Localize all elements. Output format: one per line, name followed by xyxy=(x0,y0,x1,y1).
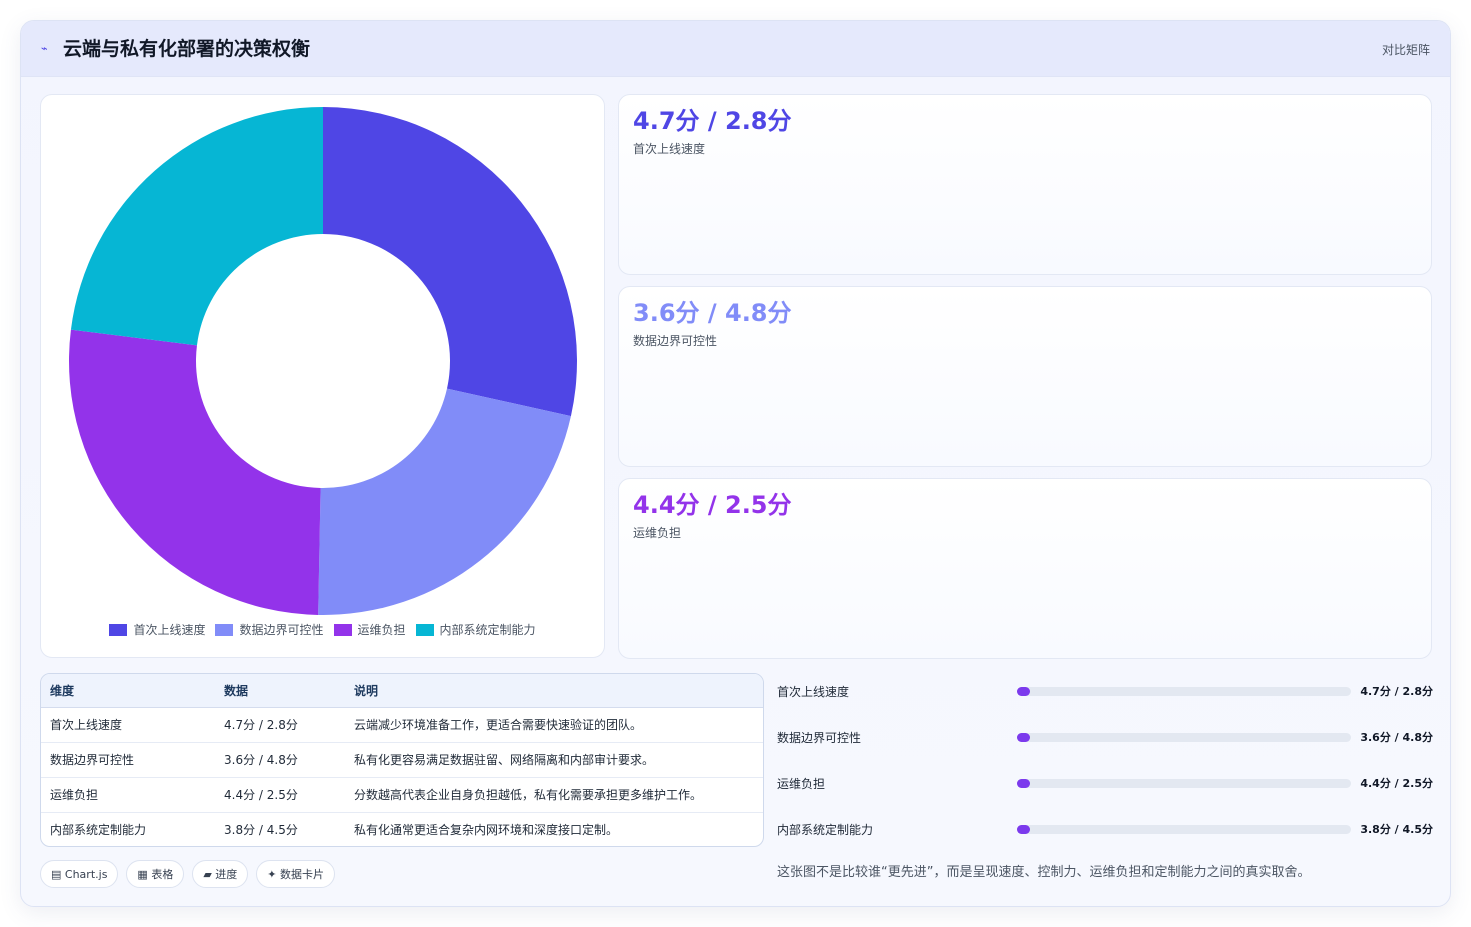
progress-value: 3.6分 / 4.8分 xyxy=(1360,731,1433,744)
chip-label: 数据卡片 xyxy=(280,868,325,881)
dashboard-card: ⌁ 云端与私有化部署的决策权衡 对比矩阵 首次上线速度 数据边界可控性 运维负担 内部… xyxy=(20,20,1451,907)
table-cell: 云端减少环境准备工作，更适合需要快速验证的团队。 xyxy=(345,707,763,743)
progress-value: 4.4分 / 2.5分 xyxy=(1360,777,1433,790)
table-cell: 4.4分 / 2.5分 xyxy=(215,777,345,813)
progress-fill xyxy=(1017,687,1030,696)
page-title: 云端与私有化部署的决策权衡 xyxy=(63,38,311,60)
chip-label: 进度 xyxy=(215,868,238,881)
table-header: 数据 xyxy=(215,674,345,708)
donut-slice-2[interactable] xyxy=(318,388,571,615)
progress-row: 运维负担 4.4分 / 2.5分 xyxy=(777,767,1433,813)
chip-label: 表格 xyxy=(151,868,174,881)
chip-label: Chart.js xyxy=(64,867,108,881)
progress-track xyxy=(1017,733,1351,742)
table-row: 数据边界可控性 3.6分 / 4.8分 私有化更容易满足数据驻留、网络隔离和内部… xyxy=(41,742,763,778)
legend-swatch xyxy=(415,623,434,636)
stat-card-speed: 4.7分 / 2.8分 首次上线速度 xyxy=(618,94,1432,275)
tag-chips: ▤ Chart.js ▦ 表格 ▰ 进度 ✦ 数据卡片 xyxy=(40,860,336,888)
legend-swatch xyxy=(215,623,234,636)
progress-fill xyxy=(1017,733,1030,742)
table-cell: 运维负担 xyxy=(41,777,215,813)
chip-progress[interactable]: ▰ 进度 xyxy=(192,860,249,888)
progress-label: 数据边界可控性 xyxy=(777,731,862,745)
legend-label: 运维负担 xyxy=(357,623,406,637)
table-header-row: 维度 数据 说明 xyxy=(41,674,763,708)
progress-value: 4.7分 / 2.8分 xyxy=(1360,685,1433,698)
table-cell: 私有化更容易满足数据驻留、网络隔离和内部审计要求。 xyxy=(345,742,763,778)
legend-label: 内部系统定制能力 xyxy=(439,623,536,637)
progress-row: 首次上线速度 4.7分 / 2.8分 xyxy=(777,675,1433,721)
progress-label: 运维负担 xyxy=(777,777,826,791)
legend-item[interactable]: 运维负担 xyxy=(333,621,406,638)
table-row: 首次上线速度 4.7分 / 2.8分 云端减少环境准备工作，更适合需要快速验证的… xyxy=(41,707,763,743)
progress-value: 3.8分 / 4.5分 xyxy=(1360,823,1433,836)
legend-item[interactable]: 数据边界可控性 xyxy=(215,621,324,638)
table-cell: 内部系统定制能力 xyxy=(50,823,147,838)
stat-label: 运维负担 xyxy=(633,526,682,540)
legend-item[interactable]: 内部系统定制能力 xyxy=(415,621,536,638)
progress-label: 首次上线速度 xyxy=(777,685,850,699)
stat-card-ops: 4.4分 / 2.5分 运维负担 xyxy=(618,478,1432,659)
progress-fill xyxy=(1017,779,1030,788)
chart-legend: 首次上线速度 数据边界可控性 运维负担 内部系统定制能力 xyxy=(41,621,604,638)
comparison-table: 维度 数据 说明 首次上线速度 4.7分 / 2.8分 云端减少环境准备工作，更… xyxy=(40,673,764,847)
header-tag: 对比矩阵 xyxy=(1381,43,1430,57)
table-cell: 数据边界可控性 xyxy=(41,742,215,778)
stat-value: 4.7分 / 2.8分 xyxy=(633,107,792,135)
legend-label: 首次上线速度 xyxy=(133,623,206,637)
progress-fill xyxy=(1017,825,1030,834)
donut-chart xyxy=(69,107,577,615)
table-cell: 首次上线速度 xyxy=(41,707,215,743)
donut-chart-panel: 首次上线速度 数据边界可控性 运维负担 内部系统定制能力 xyxy=(40,94,605,658)
table-icon: ▦ xyxy=(137,867,148,881)
chip-table[interactable]: ▦ 表格 xyxy=(126,860,185,888)
table-cell: 分数越高代表企业自身负担越低，私有化需要承担更多维护工作。 xyxy=(345,777,763,813)
table-cell: 私有化通常更适合复杂内网环境和深度接口定制。 xyxy=(354,823,619,838)
progress-track xyxy=(1017,779,1351,788)
progress-track xyxy=(1017,687,1351,696)
table-header: 说明 xyxy=(345,674,763,708)
legend-label: 数据边界可控性 xyxy=(239,623,324,637)
table-header: 维度 xyxy=(41,674,215,708)
footnote: 这张图不是比较谁“更先进”，而是呈现速度、控制力、运维负担和定制能力之间的真实取… xyxy=(777,865,1311,880)
table-cell: 3.6分 / 4.8分 xyxy=(215,742,345,778)
legend-item[interactable]: 首次上线速度 xyxy=(109,621,205,638)
stat-card-data-boundary: 3.6分 / 4.8分 数据边界可控性 xyxy=(618,286,1432,467)
stat-value: 4.4分 / 2.5分 xyxy=(633,491,792,519)
card-header: ⌁ 云端与私有化部署的决策权衡 对比矩阵 xyxy=(21,21,1450,77)
donut-slice-4[interactable] xyxy=(70,107,323,346)
table-row: 运维负担 4.4分 / 2.5分 分数越高代表企业自身负担越低，私有化需要承担更… xyxy=(41,777,763,813)
progress-row: 内部系统定制能力 3.8分 / 4.5分 xyxy=(777,813,1433,859)
progress-label: 内部系统定制能力 xyxy=(777,823,874,837)
chip-chartjs[interactable]: ▤ Chart.js xyxy=(40,860,119,888)
legend-swatch xyxy=(109,623,128,636)
table-cell: 4.7分 / 2.8分 xyxy=(215,707,345,743)
progress-row: 数据边界可控性 3.6分 / 4.8分 xyxy=(777,721,1433,767)
stat-label: 数据边界可控性 xyxy=(633,334,718,348)
stat-value: 3.6分 / 4.8分 xyxy=(633,299,792,327)
chart-line-icon: ⌁ xyxy=(41,42,48,55)
legend-swatch xyxy=(333,623,352,636)
chart-icon: ▤ xyxy=(51,867,62,881)
sparkle-icon: ✦ xyxy=(267,867,277,881)
table-row: 内部系统定制能力 3.8分 / 4.5分 私有化通常更适合复杂内网环境和深度接口… xyxy=(41,812,763,846)
progress-icon: ▰ xyxy=(203,867,212,881)
progress-track xyxy=(1017,825,1351,834)
donut-slice-3[interactable] xyxy=(69,329,321,615)
table-cell: 3.8分 / 4.5分 xyxy=(224,823,298,838)
donut-slice-1[interactable] xyxy=(323,107,577,417)
progress-list: 首次上线速度 4.7分 / 2.8分 数据边界可控性 3.6分 / 4.8分 运… xyxy=(777,675,1433,859)
stat-label: 首次上线速度 xyxy=(633,142,706,156)
chip-data-cards[interactable]: ✦ 数据卡片 xyxy=(256,860,336,888)
